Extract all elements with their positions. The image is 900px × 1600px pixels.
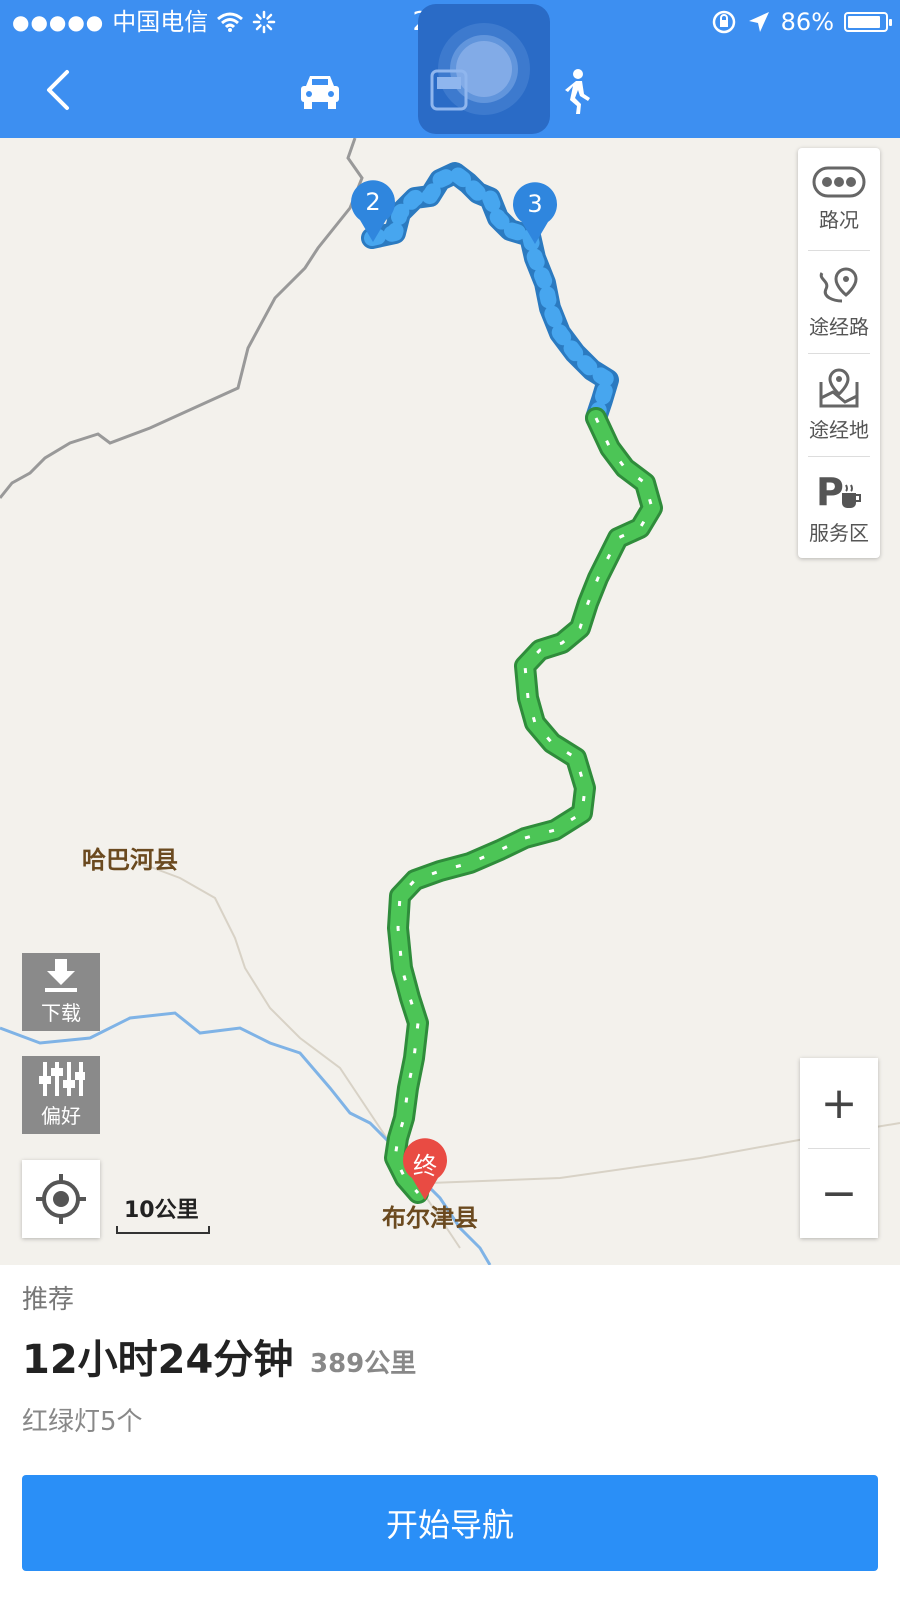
- traffic-label: 路况: [819, 207, 859, 232]
- mode-car-button[interactable]: [284, 62, 356, 122]
- traffic-lights-count: 红绿灯5个: [22, 1407, 143, 1437]
- map-label-buerjin: 布尔津县: [382, 1204, 478, 1232]
- start-navigation-button[interactable]: 开始导航: [22, 1475, 878, 1571]
- parking-coffee-icon: P: [816, 471, 861, 511]
- download-label: 下载: [41, 1000, 81, 1025]
- car-icon: [301, 76, 339, 109]
- rotation-lock-icon: [712, 10, 735, 34]
- service-area-button[interactable]: P 服务区: [798, 457, 880, 559]
- map-location-icon: [819, 367, 859, 407]
- destination-marker[interactable]: 终: [400, 1138, 450, 1202]
- crosshair-icon: [36, 1174, 86, 1224]
- map-scale: 10公里: [114, 1192, 212, 1234]
- via-road-label: 途经路: [809, 314, 869, 339]
- top-bar: ●●●●● 中国电信 22:30 86%: [0, 0, 900, 138]
- via-road-button[interactable]: 途经路: [798, 251, 880, 353]
- border-line: [0, 138, 364, 499]
- battery-percent: 86%: [780, 8, 834, 36]
- download-button[interactable]: 下载: [22, 953, 100, 1031]
- bus-icon: [430, 23, 530, 115]
- map-tools-panel: 路况 途经路 途经地 P 服务区: [798, 148, 880, 558]
- zoom-out-button[interactable]: −: [800, 1148, 878, 1238]
- scale-label: 10公里: [124, 1198, 199, 1223]
- waypoint-marker-2[interactable]: 2: [348, 180, 398, 244]
- recommend-label: 推荐: [22, 1285, 75, 1315]
- mode-bus-button[interactable]: [418, 4, 550, 134]
- route-distance: 389公里: [310, 1349, 417, 1379]
- waypoint-number: 3: [527, 190, 543, 218]
- location-arrow-icon: [748, 12, 769, 32]
- zoom-controls: + −: [800, 1058, 878, 1238]
- traffic-button[interactable]: 路况: [798, 148, 880, 250]
- battery-icon: [844, 12, 892, 32]
- sliders-icon: [39, 1061, 85, 1096]
- svg-text:P: P: [816, 471, 844, 511]
- zoom-in-button[interactable]: +: [800, 1058, 878, 1148]
- map-label-habahe: 哈巴河县: [82, 846, 178, 874]
- destination-label: 终: [413, 1152, 437, 1180]
- via-place-label: 途经地: [809, 417, 869, 442]
- back-button[interactable]: [30, 62, 86, 118]
- waypoint-marker-3[interactable]: 3: [510, 182, 560, 246]
- walk-icon: [565, 69, 590, 114]
- locate-me-button[interactable]: [22, 1160, 100, 1238]
- preference-button[interactable]: 偏好: [22, 1056, 100, 1134]
- preference-label: 偏好: [41, 1103, 81, 1128]
- scale-bar: [116, 1226, 210, 1234]
- route-map-layer: [0, 138, 900, 1265]
- mode-walk-button[interactable]: [548, 62, 608, 122]
- status-bar-right: 86%: [711, 6, 892, 38]
- waypoint-number: 2: [365, 188, 381, 216]
- download-icon: [45, 958, 77, 992]
- via-place-button[interactable]: 途经地: [798, 354, 880, 456]
- route-summary-panel: 推荐 12小时24分钟 389公里 红绿灯5个 开始导航: [0, 1265, 900, 1600]
- map-view[interactable]: 哈巴河县 布尔津县 2 3 终 路况 途经路 途经地 P 服务区 下载 偏好 1…: [0, 138, 900, 1265]
- chevron-left-icon: [47, 70, 69, 110]
- route-duration: 12小时24分钟: [22, 1337, 294, 1383]
- route-pin-icon: [819, 266, 858, 302]
- traffic-icon: [812, 166, 866, 197]
- service-area-label: 服务区: [809, 520, 869, 545]
